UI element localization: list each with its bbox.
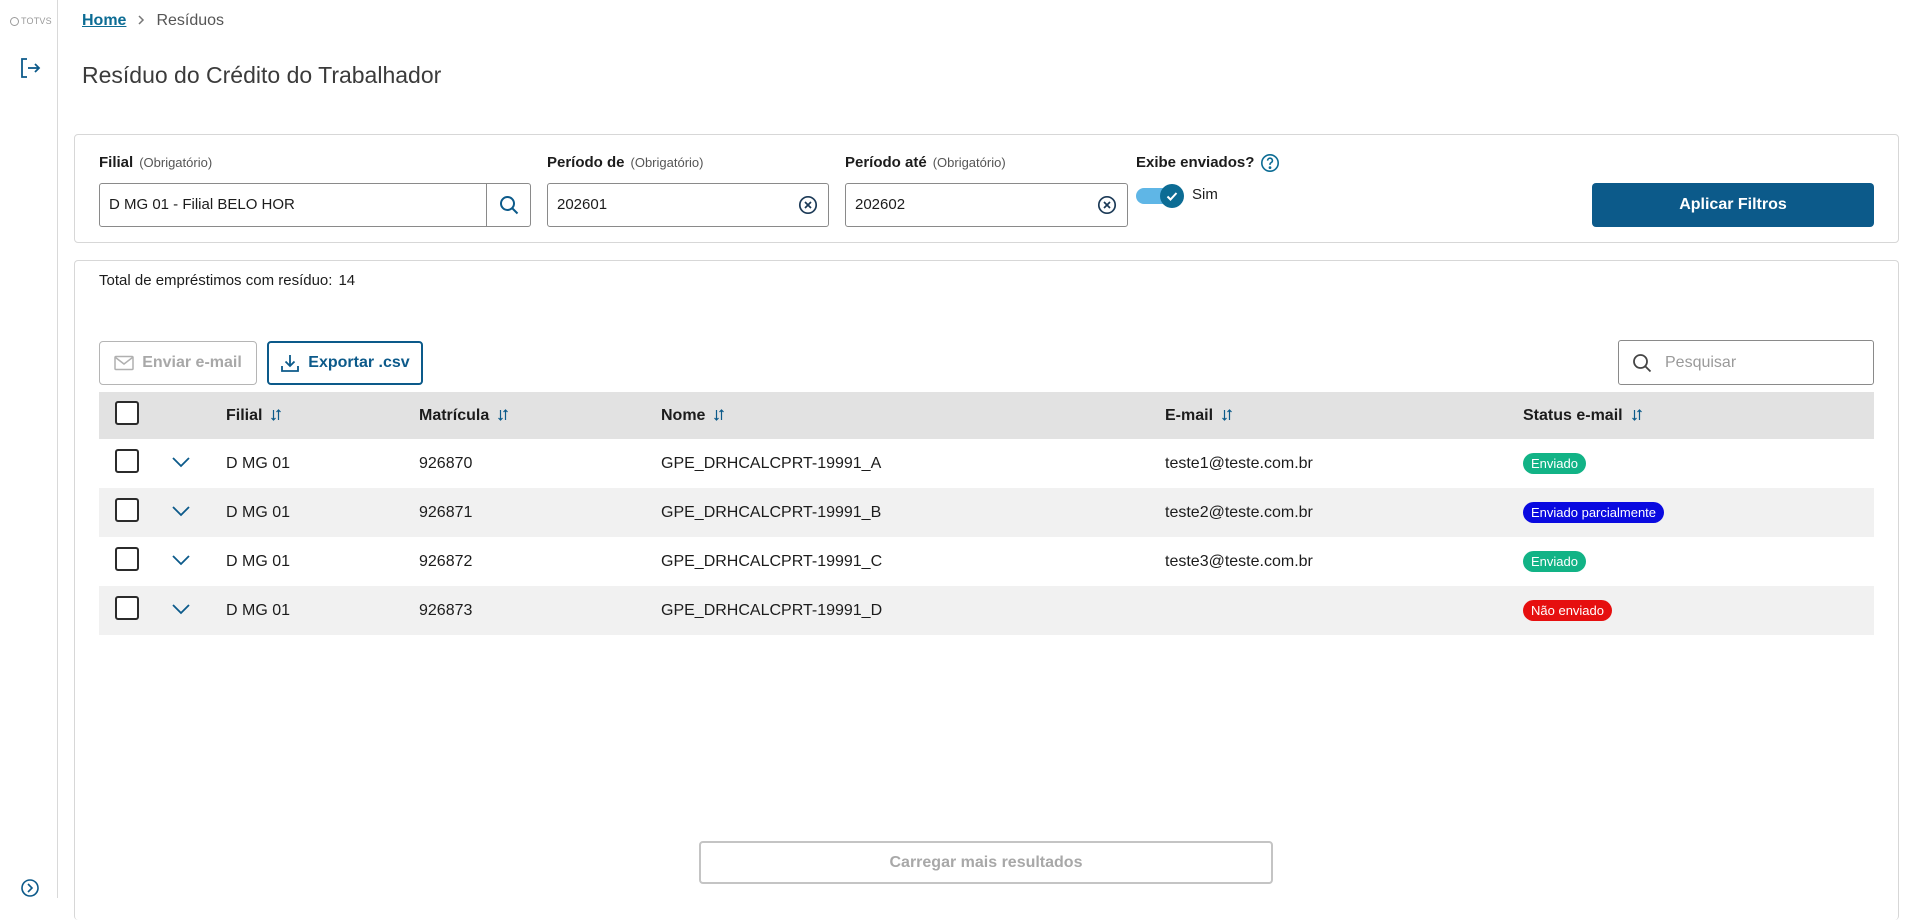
- col-matricula[interactable]: Matrícula: [419, 407, 509, 425]
- col-email[interactable]: E-mail: [1165, 407, 1233, 425]
- chevron-down-icon[interactable]: [171, 455, 191, 473]
- table-row: D MG 01 926873 GPE_DRHCALCPRT-19991_D Nã…: [99, 586, 1874, 635]
- sort-icon: [271, 409, 282, 422]
- download-icon: [281, 355, 300, 372]
- page-title: Resíduo do Crédito do Trabalhador: [82, 62, 442, 88]
- sort-icon: [498, 409, 509, 422]
- search-icon: [1633, 353, 1652, 372]
- total-summary: Total de empréstimos com resíduo: 14: [99, 272, 355, 289]
- sort-icon: [1631, 409, 1642, 422]
- row-checkbox[interactable]: [115, 596, 139, 625]
- col-status-email[interactable]: Status e-mail: [1523, 407, 1643, 425]
- cell-email: teste1@teste.com.br: [1165, 454, 1313, 472]
- cell-nome: GPE_DRHCALCPRT-19991_D: [661, 601, 883, 619]
- logout-icon[interactable]: [18, 56, 42, 80]
- exibe-enviados-toggle[interactable]: [1136, 184, 1184, 208]
- row-checkbox[interactable]: [115, 449, 139, 478]
- cell-matricula: 926872: [419, 552, 473, 570]
- cell-filial: D MG 01: [226, 454, 291, 472]
- chevron-down-icon[interactable]: [171, 504, 191, 522]
- clear-icon[interactable]: [798, 195, 818, 215]
- filial-label: Filial (Obrigatório): [99, 154, 213, 171]
- cell-email: teste3@teste.com.br: [1165, 552, 1313, 570]
- load-more-button[interactable]: Carregar mais resultados: [699, 841, 1273, 884]
- col-nome[interactable]: Nome: [661, 407, 725, 425]
- table-row: D MG 01 926872 GPE_DRHCALCPRT-19991_C te…: [99, 537, 1874, 586]
- totvs-logo: TOTVS: [10, 16, 52, 26]
- cell-matricula: 926873: [419, 601, 473, 619]
- exibe-enviados-label: Exibe enviados?: [1136, 154, 1255, 171]
- toggle-label: Sim: [1192, 186, 1218, 203]
- apply-filters-button[interactable]: Aplicar Filtros: [1592, 183, 1874, 227]
- logo-icon: [10, 16, 19, 26]
- status-badge: Enviado: [1523, 453, 1586, 474]
- breadcrumb: Home Resíduos: [82, 12, 224, 30]
- cell-email: teste2@teste.com.br: [1165, 503, 1313, 521]
- periodo-de-label: Período de (Obrigatório): [547, 154, 704, 171]
- sort-icon: [1222, 409, 1232, 422]
- status-badge: Não enviado: [1523, 600, 1612, 621]
- chevron-down-icon[interactable]: [171, 553, 191, 571]
- periodo-ate-label: Período até (Obrigatório): [845, 154, 1006, 171]
- results-table: Filial Matrícula Nome E-mail Status e-ma…: [99, 392, 1874, 635]
- col-filial[interactable]: Filial: [226, 407, 282, 425]
- mail-icon: [114, 355, 134, 371]
- table-row: D MG 01 926871 GPE_DRHCALCPRT-19991_B te…: [99, 488, 1874, 537]
- cell-nome: GPE_DRHCALCPRT-19991_A: [661, 454, 882, 472]
- cell-filial: D MG 01: [226, 601, 291, 619]
- chevron-right-circle-icon[interactable]: [20, 878, 40, 898]
- cell-filial: D MG 01: [226, 552, 291, 570]
- total-value: 14: [338, 272, 356, 289]
- sidebar: TOTVS: [0, 0, 58, 898]
- check-icon: [1160, 184, 1184, 208]
- breadcrumb-home-link[interactable]: Home: [82, 12, 126, 30]
- row-checkbox[interactable]: [115, 547, 139, 576]
- filial-input[interactable]: D MG 01 - Filial BELO HOR: [99, 183, 531, 227]
- periodo-de-input[interactable]: 202601: [547, 183, 829, 227]
- help-icon[interactable]: [1260, 153, 1280, 173]
- send-email-button[interactable]: Enviar e-mail: [99, 341, 257, 385]
- select-all-checkbox[interactable]: [115, 401, 139, 430]
- cell-nome: GPE_DRHCALCPRT-19991_B: [661, 503, 882, 521]
- breadcrumb-current: Resíduos: [156, 12, 225, 29]
- search-field[interactable]: [1618, 340, 1874, 385]
- total-label: Total de empréstimos com resíduo:: [99, 272, 333, 289]
- table-row: D MG 01 926870 GPE_DRHCALCPRT-19991_A te…: [99, 439, 1874, 488]
- chevron-down-icon[interactable]: [171, 602, 191, 620]
- logo-text: TOTVS: [21, 16, 52, 26]
- cell-nome: GPE_DRHCALCPRT-19991_C: [661, 552, 883, 570]
- search-input[interactable]: [1665, 353, 1845, 372]
- table-header: Filial Matrícula Nome E-mail Status e-ma…: [99, 392, 1874, 439]
- export-csv-button[interactable]: Exportar .csv: [267, 341, 423, 385]
- cell-matricula: 926870: [419, 454, 473, 472]
- status-badge: Enviado parcialmente: [1523, 502, 1665, 523]
- sort-icon: [714, 409, 725, 422]
- chevron-right-icon: [136, 13, 146, 29]
- search-icon[interactable]: [486, 184, 530, 226]
- status-badge: Enviado: [1523, 551, 1586, 572]
- row-checkbox[interactable]: [115, 498, 139, 527]
- periodo-ate-input[interactable]: 202602: [845, 183, 1128, 227]
- cell-filial: D MG 01: [226, 503, 291, 521]
- clear-icon[interactable]: [1097, 195, 1117, 215]
- cell-matricula: 926871: [419, 503, 473, 521]
